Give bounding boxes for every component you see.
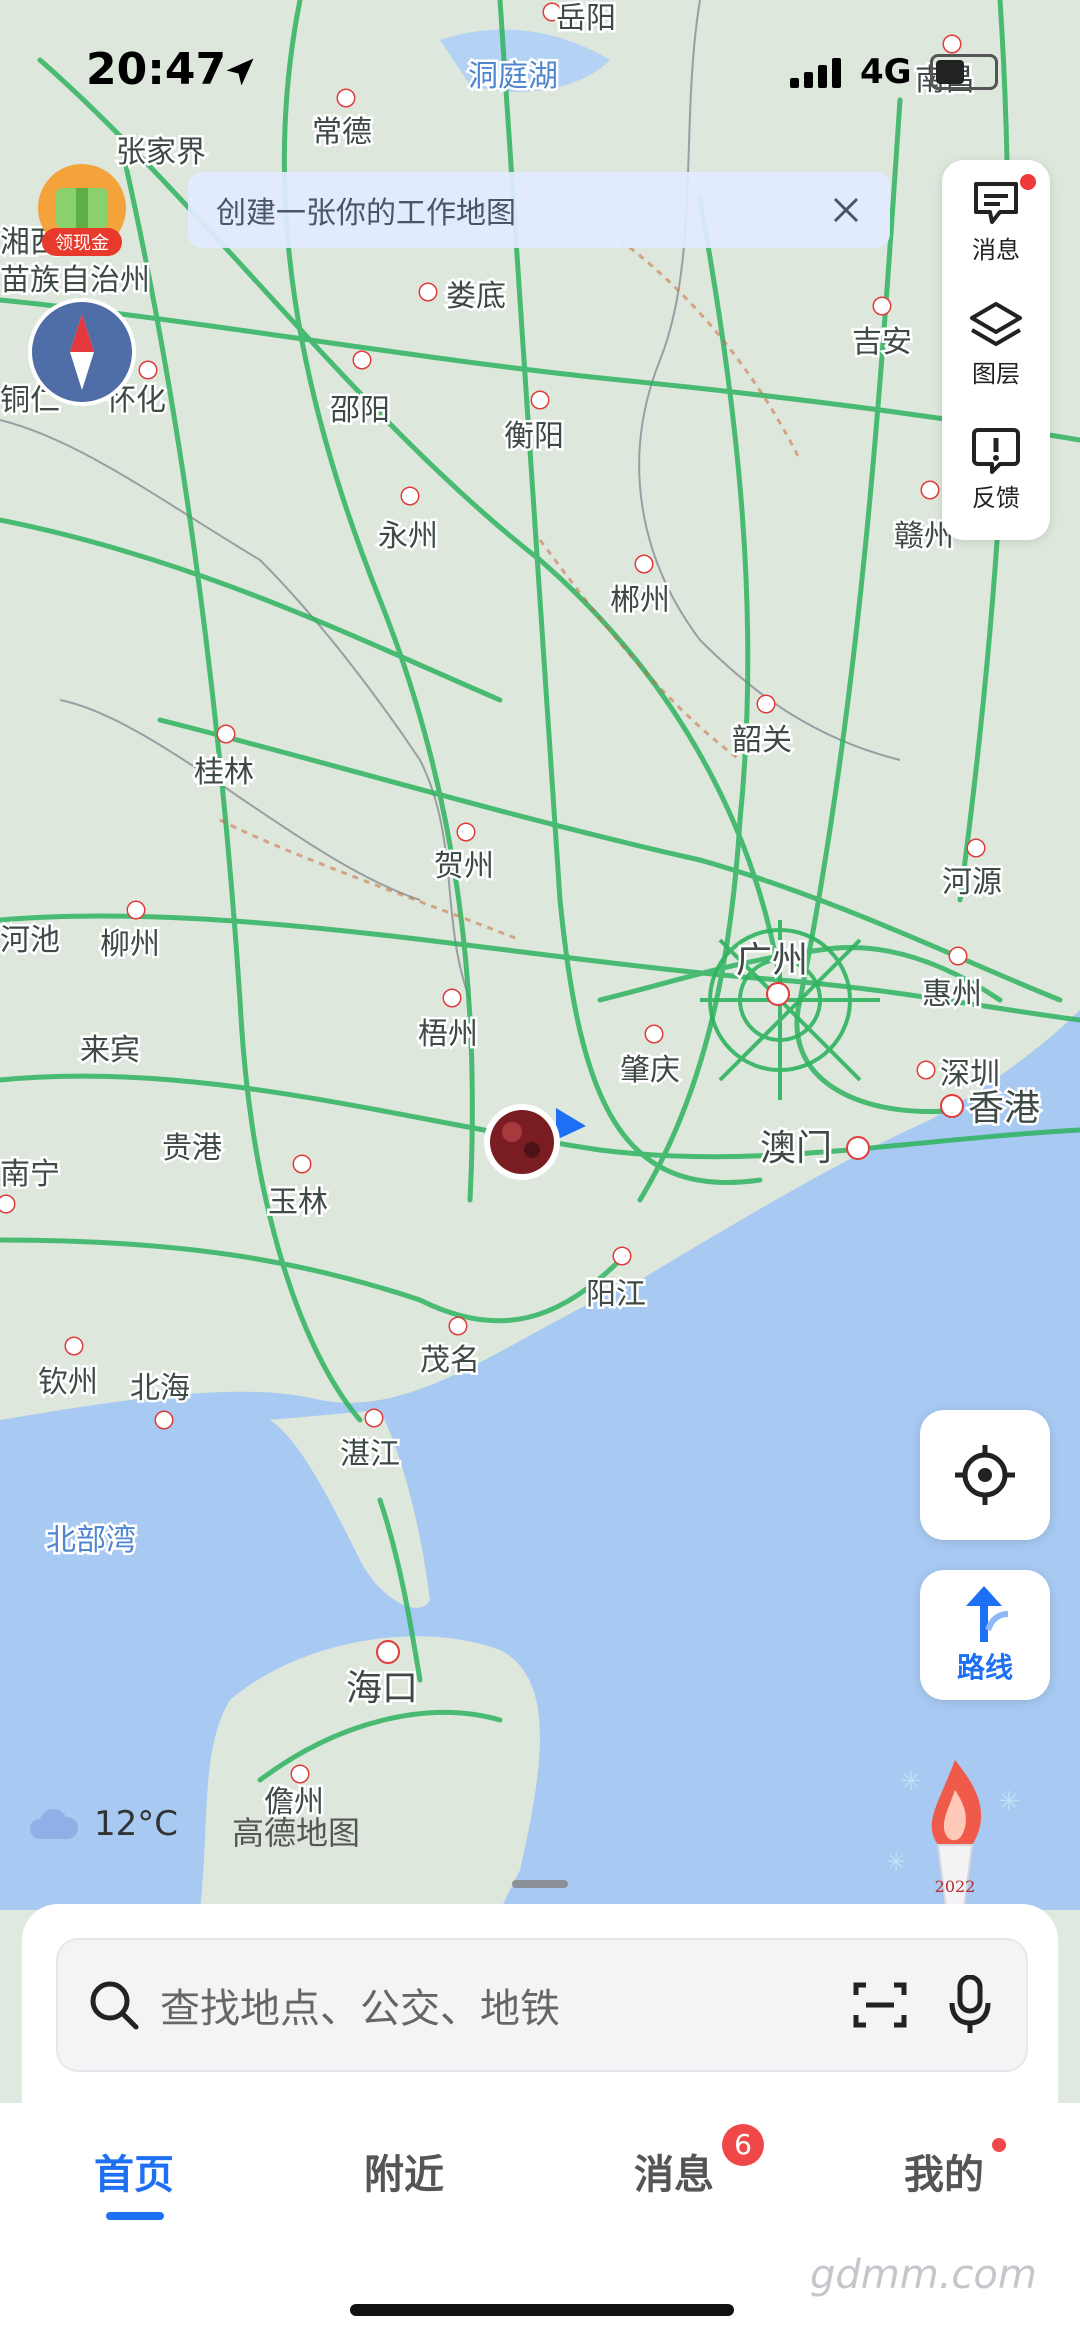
place-label: 桂林	[194, 756, 254, 789]
voice-search-button[interactable]	[948, 1975, 992, 2035]
place-label: 吉安	[852, 326, 912, 359]
messages-button[interactable]: 消息	[942, 176, 1050, 294]
me-unread-dot	[992, 2138, 1006, 2152]
search-bar[interactable]: 查找地点、公交、地铁	[56, 1938, 1028, 2072]
place-label: 香港	[968, 1087, 1040, 1128]
place-label: 衡阳	[504, 420, 564, 453]
place-label: 韶关	[732, 724, 792, 757]
sea-label: 北部湾	[46, 1524, 136, 1557]
feedback-button[interactable]: 反馈	[942, 424, 1050, 542]
place-label: 岳阳	[556, 2, 616, 35]
map-brand-label: 高德地图	[232, 1814, 361, 1852]
torch-year: 2022	[935, 1877, 976, 1896]
cash-reward-label: 领现金	[55, 233, 109, 254]
layers-button[interactable]: 图层	[942, 300, 1050, 418]
messages-label: 消息	[972, 236, 1020, 264]
place-label: 澳门	[760, 1127, 832, 1168]
svg-text:✳: ✳	[900, 1767, 922, 1797]
place-label: 海口	[346, 1667, 418, 1708]
route-arrow-icon	[966, 1586, 1009, 1642]
torch-icon: 2022 ✳ ✳ ✳	[886, 1760, 1020, 1909]
home-indicator	[350, 2304, 734, 2316]
place-label: 茂名	[420, 1344, 480, 1377]
crosshair-icon	[955, 1445, 1015, 1505]
weather-widget[interactable]: 12°C	[28, 1804, 178, 1844]
locate-me-button[interactable]	[920, 1410, 1050, 1540]
gift-box-icon: 领现金	[38, 164, 126, 256]
map-place[interactable]: 张家界	[114, 134, 209, 172]
map-place[interactable]: 贵港	[160, 1130, 225, 1168]
route-button[interactable]: 路线	[920, 1570, 1050, 1700]
cash-reward-badge[interactable]: 领现金	[36, 162, 128, 262]
scan-button[interactable]	[852, 1979, 908, 2031]
banner-text: 创建一张你的工作地图	[216, 196, 516, 231]
map-place[interactable]: 苗族自治州	[0, 262, 153, 300]
place-label: 河池	[0, 924, 60, 957]
place-label: 永州	[378, 520, 438, 553]
message-icon	[974, 182, 1018, 224]
banner-close-button[interactable]	[816, 180, 876, 240]
map-place[interactable]: 来宾	[78, 1032, 143, 1070]
place-label: 张家界	[116, 136, 206, 169]
place-label: 梧州	[418, 1018, 478, 1051]
compass-button[interactable]	[26, 296, 138, 408]
messages-count-badge: 6	[722, 2124, 764, 2166]
place-label: 钦州	[38, 1366, 98, 1399]
place-label: 肇庆	[620, 1054, 680, 1087]
sheet-drag-handle[interactable]	[512, 1880, 568, 1888]
place-label: 来宾	[80, 1034, 140, 1067]
search-icon	[86, 1977, 142, 2033]
svg-text:✳: ✳	[998, 1787, 1020, 1817]
map-canvas[interactable]: 岳阳 南昌 张家界 常德 湘西 苗族自治州 娄底 吉安 铜仁 怀化 邵阳 衡阳 …	[0, 0, 1080, 1910]
place-label: 阳江	[586, 1278, 646, 1311]
scan-icon	[853, 1982, 907, 2028]
watermark: gdmm.com	[810, 2252, 1037, 2298]
map-toolbar: 消息 图层 反馈	[942, 160, 1050, 540]
work-map-banner[interactable]: 创建一张你的工作地图	[188, 172, 890, 248]
close-icon	[833, 197, 859, 223]
bottom-tab-bar	[0, 2103, 1080, 2337]
messages-unread-dot	[1020, 174, 1036, 190]
feedback-label: 反馈	[972, 484, 1020, 512]
tab-nearby[interactable]: 附近	[324, 2142, 484, 2200]
tab-home[interactable]: 首页	[54, 2142, 214, 2200]
place-label: 邵阳	[330, 394, 390, 427]
place-label: 贵港	[162, 1132, 222, 1165]
map-place[interactable]: 河池	[0, 922, 63, 960]
compass-icon	[28, 298, 136, 406]
place-label: 南宁	[0, 1158, 60, 1191]
place-label: 玉林	[268, 1186, 328, 1219]
place-label: 南昌	[915, 64, 975, 97]
place-label: 贺州	[434, 850, 494, 883]
place-label: 娄底	[446, 280, 506, 313]
cloud-icon	[30, 1809, 79, 1839]
place-label: 广州	[736, 939, 808, 980]
place-label: 河源	[942, 866, 1002, 899]
microphone-icon	[949, 1975, 991, 2033]
route-label: 路线	[956, 1651, 1013, 1684]
place-label: 北海	[130, 1372, 190, 1405]
place-label: 常德	[312, 116, 372, 149]
place-label: 郴州	[610, 584, 670, 617]
feedback-icon	[972, 428, 1020, 474]
temperature-text: 12°C	[94, 1804, 179, 1844]
svg-text:✳: ✳	[886, 1848, 906, 1876]
lake-label: 洞庭湖	[468, 60, 558, 93]
place-label: 柳州	[100, 928, 160, 961]
place-label: 苗族自治州	[0, 264, 150, 297]
layers-label: 图层	[972, 360, 1020, 388]
search-placeholder: 查找地点、公交、地铁	[160, 1986, 560, 2032]
active-tab-indicator	[106, 2212, 164, 2220]
place-label: 惠州	[922, 978, 982, 1011]
place-label: 湛江	[340, 1438, 400, 1471]
olympic-torch-event-icon[interactable]: 2022 ✳ ✳ ✳	[880, 1740, 1030, 1910]
layers-icon	[970, 302, 1022, 346]
